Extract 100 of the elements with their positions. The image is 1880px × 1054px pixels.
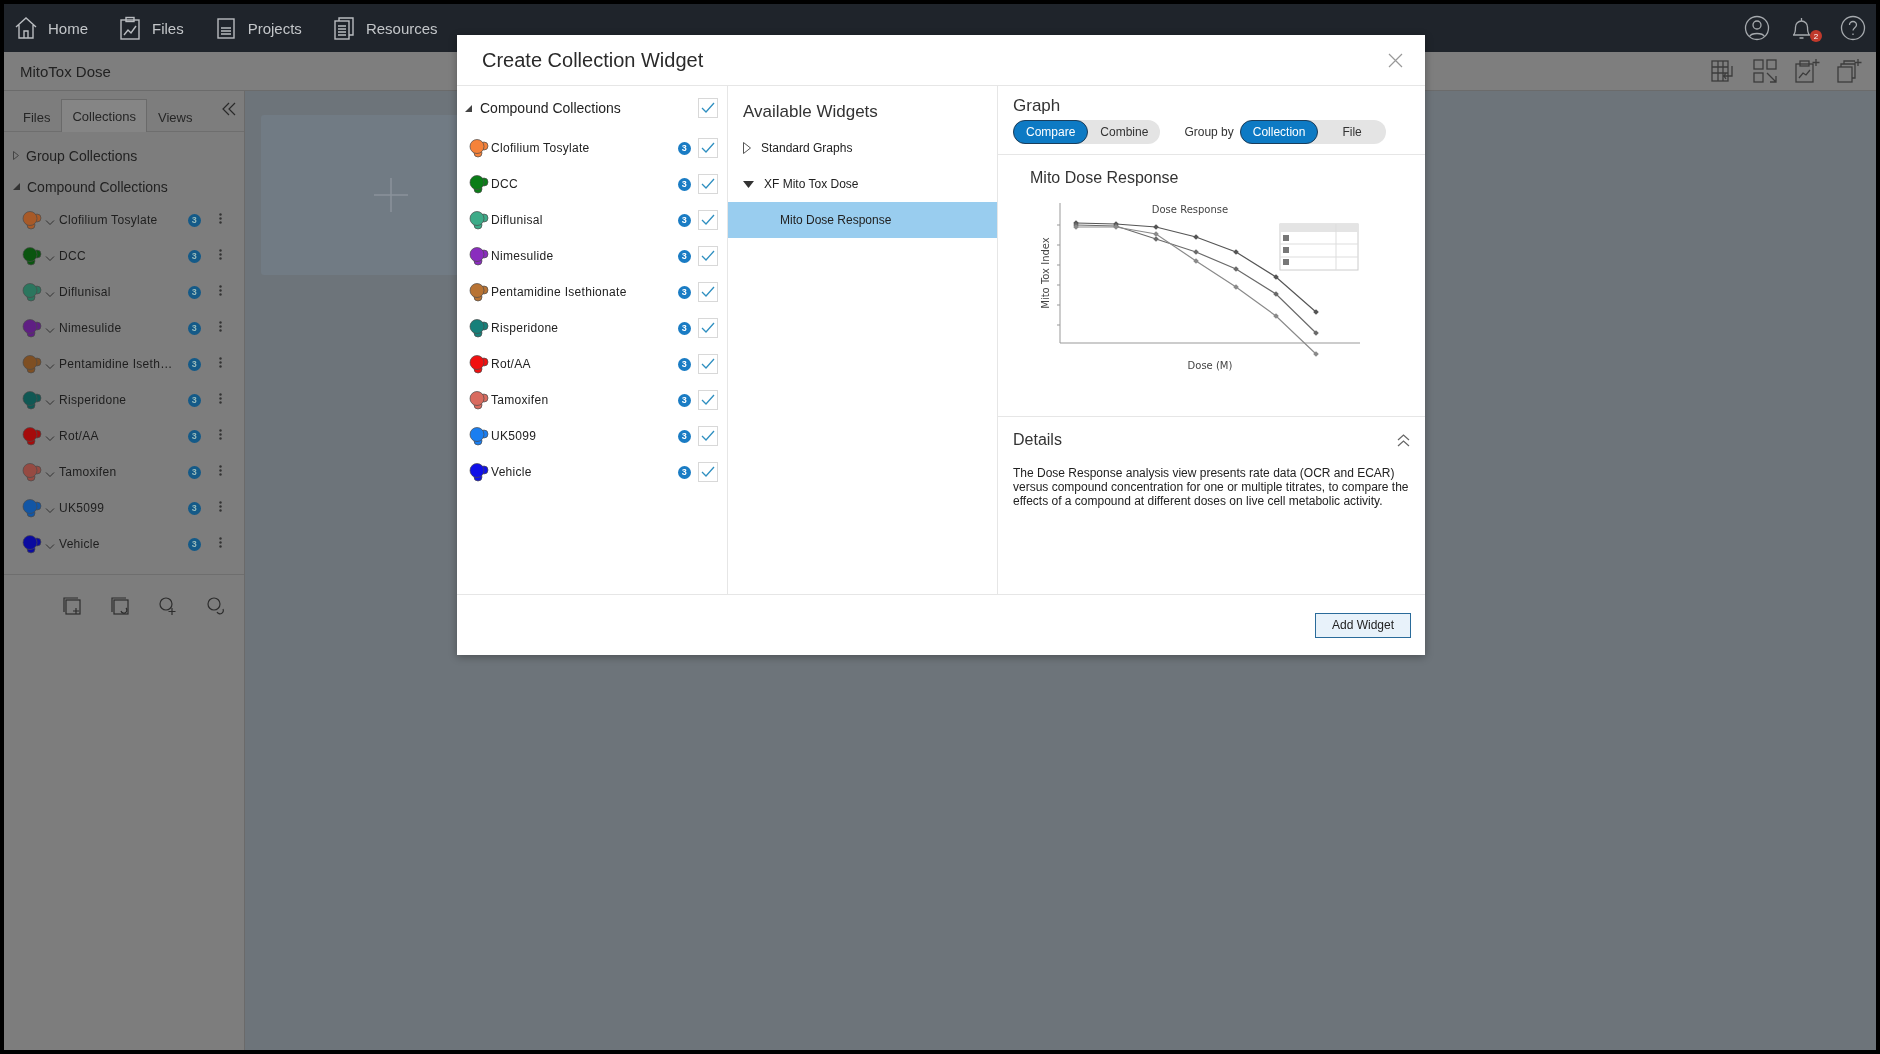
details-text: The Dose Response analysis view presents rate data (OCR and ECAR) versus compound concentration for one or multiple titrates, to compare the effects of a compound at different doses on live cell metabolic activity.: [1013, 466, 1410, 508]
close-icon[interactable]: [1388, 52, 1403, 68]
nav-link[interactable]: Files: [118, 16, 184, 40]
more-icon[interactable]: [219, 537, 222, 548]
collection-name[interactable]: Tamoxifen: [59, 465, 188, 479]
chevron-down-icon[interactable]: [45, 544, 55, 550]
section-heading: Graph: [1013, 96, 1062, 116]
checkbox[interactable]: [698, 174, 718, 194]
checkbox[interactable]: [698, 282, 718, 302]
grid-arrow-icon[interactable]: [1752, 58, 1778, 84]
more-icon[interactable]: [219, 249, 222, 260]
help-icon[interactable]: [1840, 15, 1866, 41]
group-label[interactable]: Group Collections: [26, 147, 138, 164]
nav-link[interactable]: Home: [14, 16, 88, 40]
add-copies-icon[interactable]: [1836, 58, 1862, 84]
chart-title: Dose Response: [1151, 204, 1229, 215]
collection-name[interactable]: Pentamidine Iseth…: [59, 357, 188, 371]
chevron-down-icon[interactable]: [45, 328, 55, 334]
count-badge: 3: [678, 357, 691, 371]
chevron-down-icon[interactable]: [45, 508, 55, 514]
sidebar-tab[interactable]: Collections: [61, 99, 148, 132]
widget-item[interactable]: Mito Dose Response: [728, 202, 997, 238]
count-badge: 3: [678, 177, 691, 191]
chevron-down-icon[interactable]: [45, 436, 55, 442]
expand-arrow-icon[interactable]: [465, 104, 472, 112]
group-by-toggle[interactable]: Collection: [1239, 120, 1319, 144]
checkbox[interactable]: [698, 246, 718, 266]
more-icon[interactable]: [219, 393, 222, 404]
checkbox[interactable]: [698, 318, 718, 338]
more-icon[interactable]: [219, 285, 222, 296]
collection-name[interactable]: Risperidone: [59, 393, 188, 407]
refresh-compound-icon[interactable]: [206, 596, 226, 616]
table-export-icon[interactable]: [1710, 58, 1736, 84]
axis-label: Dose (M): [1187, 360, 1233, 371]
collection-name[interactable]: Nimesulide: [59, 321, 188, 335]
count-badge: 3: [188, 465, 201, 479]
more-icon[interactable]: [219, 501, 222, 512]
collapse-chevron-icon[interactable]: [1397, 433, 1410, 447]
count-badge: 3: [678, 141, 691, 155]
group-label[interactable]: Compound Collections: [27, 178, 168, 195]
count-badge: 3: [678, 249, 691, 263]
nav-link[interactable]: Resources: [331, 16, 438, 40]
count-badge: 3: [188, 501, 201, 515]
checkbox[interactable]: [698, 354, 718, 374]
collection-name: Vehicle: [491, 465, 533, 479]
add-chart-icon[interactable]: [1794, 58, 1820, 84]
chevron-down-icon[interactable]: [45, 364, 55, 370]
more-icon[interactable]: [219, 357, 222, 368]
user-icon[interactable]: [1744, 15, 1770, 41]
checkbox[interactable]: [698, 210, 718, 230]
count-badge: 3: [188, 357, 201, 371]
more-icon[interactable]: [219, 429, 222, 440]
page-title: MitoTox Dose: [20, 62, 112, 80]
widget-group[interactable]: Standard Graphs: [761, 141, 853, 155]
mode-toggle[interactable]: Combine: [1088, 120, 1161, 144]
add-widget-button[interactable]: Add Widget: [1314, 612, 1411, 638]
collection-name[interactable]: Vehicle: [59, 537, 188, 551]
checkbox[interactable]: [698, 462, 718, 482]
checkbox[interactable]: [698, 98, 718, 118]
chevron-down-icon[interactable]: [45, 400, 55, 406]
add-compound-icon[interactable]: [158, 596, 178, 616]
count-badge: 3: [678, 213, 691, 227]
collection-name: Diflunisal: [491, 213, 544, 227]
more-icon[interactable]: [219, 465, 222, 476]
collection-name[interactable]: DCC: [59, 249, 188, 263]
sidebar-tab[interactable]: Files: [12, 101, 62, 132]
count-badge: 3: [678, 393, 691, 407]
documents-icon: [331, 16, 356, 40]
mode-toggle[interactable]: Compare: [1013, 120, 1089, 144]
more-icon[interactable]: [219, 321, 222, 332]
expand-arrow-icon[interactable]: [743, 142, 751, 154]
count-badge: 3: [678, 465, 691, 479]
chevron-down-icon[interactable]: [45, 220, 55, 226]
widget-group[interactable]: XF Mito Tox Dose: [764, 177, 859, 191]
collection-name[interactable]: Rot/AA: [59, 429, 188, 443]
collection-name: Tamoxifen: [491, 393, 550, 407]
bell-icon[interactable]: [1793, 16, 1810, 40]
count-badge: 3: [678, 429, 691, 443]
checkbox[interactable]: [698, 426, 718, 446]
add-collection-icon[interactable]: [62, 596, 82, 616]
nav-link[interactable]: Projects: [213, 16, 302, 40]
refresh-collection-icon[interactable]: [110, 596, 130, 616]
chevron-down-icon[interactable]: [45, 292, 55, 298]
home-icon: [14, 16, 38, 40]
count-badge: 3: [678, 285, 691, 299]
expand-arrow-icon[interactable]: [743, 180, 754, 188]
count-badge: 3: [188, 393, 201, 407]
collection-name[interactable]: Clofilium Tosylate: [59, 213, 188, 227]
count-badge: 3: [678, 321, 691, 335]
checkbox[interactable]: [698, 390, 718, 410]
sidebar-tab[interactable]: Views: [147, 101, 204, 132]
chevron-down-icon[interactable]: [45, 472, 55, 478]
collection-name[interactable]: UK5099: [59, 501, 188, 515]
group-by-toggle[interactable]: File: [1318, 120, 1386, 144]
more-icon[interactable]: [219, 213, 222, 224]
collapse-icon[interactable]: [222, 102, 236, 116]
collection-name: Pentamidine Isethionate: [491, 285, 628, 299]
collection-name[interactable]: Diflunisal: [59, 285, 188, 299]
chevron-down-icon[interactable]: [45, 256, 55, 262]
checkbox[interactable]: [698, 138, 718, 158]
